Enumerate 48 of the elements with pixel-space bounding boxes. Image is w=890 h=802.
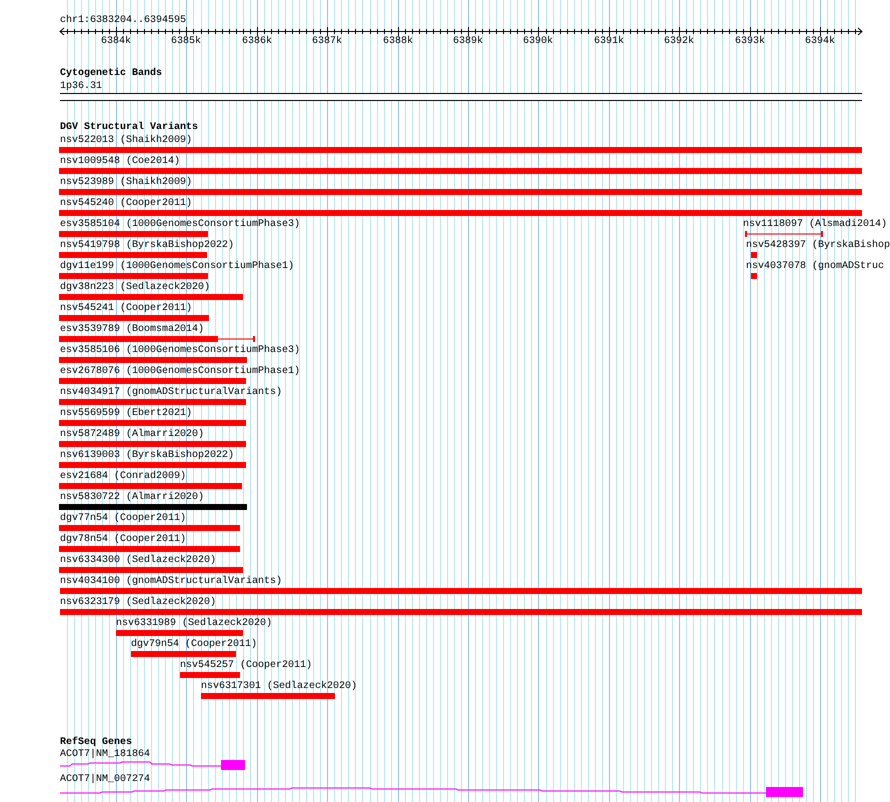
track-title: DGV Structural Variants: [60, 122, 198, 133]
variant-label: esv3539789 (Boomsma2014): [60, 324, 204, 335]
variant-label: nsv4037078 (gnomADStruc: [746, 261, 884, 272]
tick-label: 6384k: [100, 36, 132, 47]
variant-label: nsv5872489 (Almarri2020): [60, 429, 204, 440]
tick-label: 6386k: [240, 36, 273, 47]
variant-label: esv21684 (Conrad2009): [60, 471, 186, 482]
tick-label: 6390k: [522, 36, 554, 47]
variant-label: nsv1009548 (Coe2014): [60, 156, 180, 167]
variant-label: nsv523989 (Shaikh2009): [60, 177, 192, 188]
transcript-label: ACOT7|NM_181864: [60, 749, 150, 760]
variant-label: nsv5419798 (ByrskaBishop2022): [60, 240, 234, 251]
variant-label: nsv545241 (Cooper2011): [60, 303, 192, 314]
tick-label: 6389k: [452, 36, 484, 47]
variant-label: dgv78n54 (Cooper2011): [60, 534, 186, 545]
track-title: Cytogenetic Bands: [60, 68, 162, 79]
variant-label: dgv38n223 (Sedlazeck2020): [60, 282, 210, 293]
variant-label: nsv6334300 (Sedlazeck2020): [60, 555, 216, 566]
variant-label: dgv79n54 (Cooper2011): [131, 639, 258, 650]
variant-label: nsv1118097 (Alsmadi2014): [743, 219, 888, 230]
tick-label: 6385k: [170, 36, 202, 47]
track-title: RefSeq Genes: [60, 737, 132, 748]
locus-label: chr1:6383204..6394595: [60, 15, 186, 26]
variant-label: nsv545240 (Cooper2011): [60, 198, 192, 209]
variant-label: nsv545257 (Cooper2011): [180, 660, 312, 671]
variant-label: dgv11e199 (1000GenomesConsortiumPhase1): [60, 261, 294, 272]
variant-label: nsv5569599 (Ebert2021): [60, 408, 192, 419]
band-label: 1p36.31: [60, 81, 102, 92]
tick-label: 6391k: [592, 36, 625, 47]
variant-label: esv2678076 (1000GenomesConsortiumPhase1): [60, 366, 300, 377]
tick-label: 6394k: [804, 36, 836, 47]
variant-label: nsv522013 (Shaikh2009): [60, 135, 192, 146]
variant-label: nsv6139003 (ByrskaBishop2022): [60, 450, 234, 461]
variant-label: nsv6317301 (Sedlazeck2020): [201, 681, 358, 692]
variant-label: nsv5428397 (ByrskaBishop: [746, 240, 890, 251]
variant-label: nsv4034917 (gnomADStructuralVariants): [60, 387, 282, 398]
tick-label: 6387k: [310, 36, 343, 47]
variant-label: nsv6331989 (Sedlazeck2020): [116, 618, 272, 629]
variant-label: esv3585104 (1000GenomesConsortiumPhase3): [60, 219, 300, 230]
variant-label: nsv6323179 (Sedlazeck2020): [60, 597, 216, 608]
variant-label: nsv4034100 (gnomADStructuralVariants): [60, 576, 282, 587]
tick-label: 6392k: [662, 36, 695, 47]
variant-label: esv3585106 (1000GenomesConsortiumPhase3): [60, 345, 300, 356]
variant-label: dgv77n54 (Cooper2011): [60, 513, 186, 524]
variant-label: nsv5830722 (Almarri2020): [60, 492, 204, 503]
tick-label: 6393k: [734, 36, 766, 47]
transcript-label: ACOT7|NM_007274: [60, 774, 150, 785]
tick-label: 6388k: [382, 36, 414, 47]
